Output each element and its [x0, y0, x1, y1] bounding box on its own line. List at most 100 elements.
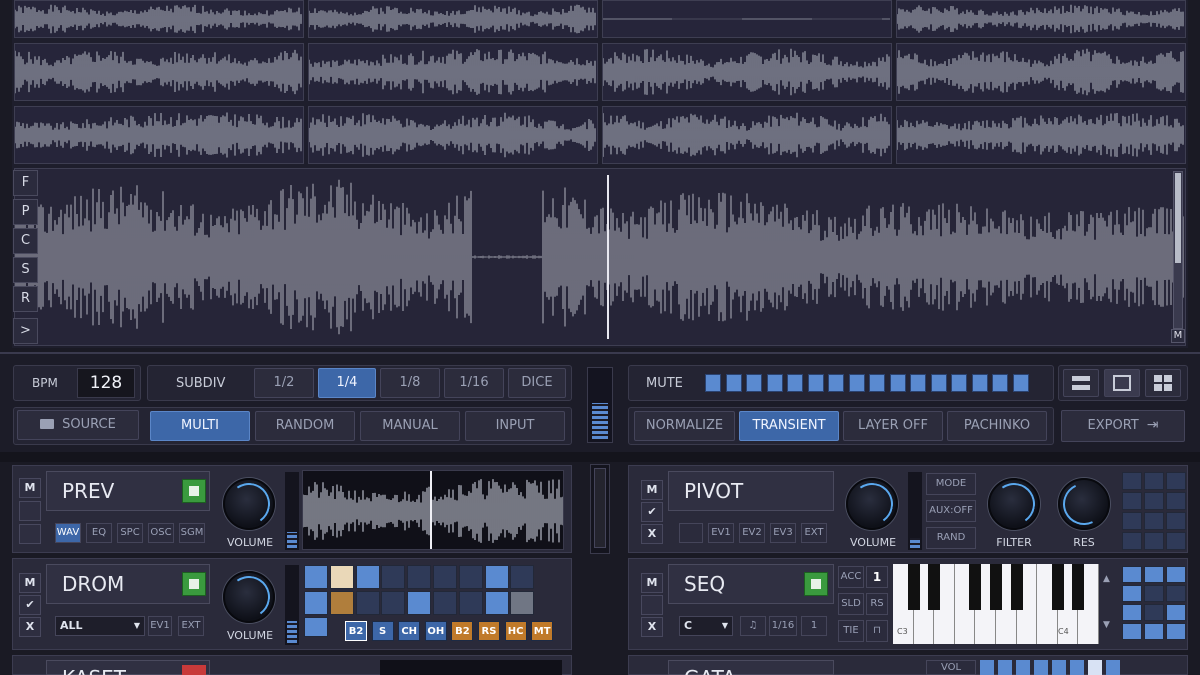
pivot-ev3-button[interactable]: EV3 [770, 523, 796, 543]
pivot-rand-button[interactable]: RAND [926, 527, 976, 549]
pivot-ev1-button[interactable]: EV1 [708, 523, 734, 543]
piano-black-key[interactable] [969, 564, 982, 610]
mode-multi[interactable]: MULTI [150, 411, 250, 441]
piano-black-key[interactable] [1072, 564, 1085, 610]
seq-step[interactable] [1122, 566, 1142, 583]
mute-step[interactable] [951, 374, 967, 392]
mute-step[interactable] [705, 374, 721, 392]
mute-step[interactable] [787, 374, 803, 392]
piano-black-key[interactable] [907, 564, 920, 610]
drom-check-toggle[interactable]: ✔ [19, 595, 41, 615]
prev-tab-wav[interactable]: WAV [55, 523, 81, 543]
piano-black-key[interactable] [1051, 564, 1064, 610]
wave-thumb[interactable] [14, 0, 304, 38]
side-button-next[interactable]: > [13, 318, 38, 344]
bpm-value[interactable]: 128 [77, 368, 135, 398]
seq-acc-value[interactable]: 1 [866, 566, 888, 588]
pivot-pad[interactable] [1166, 512, 1186, 530]
drom-step[interactable] [329, 591, 354, 615]
prev-wave-display[interactable] [302, 470, 564, 550]
seq-note-button[interactable]: ♫ [740, 616, 766, 636]
seq-rate-button[interactable]: 1/16 [769, 616, 797, 636]
layout-split-button[interactable] [1104, 369, 1140, 397]
wave-thumb[interactable] [896, 43, 1186, 101]
seq-sld-button[interactable]: SLD [838, 593, 864, 615]
subdiv-dice[interactable]: DICE [508, 368, 566, 398]
drom-step[interactable] [381, 565, 406, 589]
pivot-pad[interactable] [1122, 492, 1142, 510]
subdiv-1-4[interactable]: 1/4 [318, 368, 376, 398]
seq-toggle-2[interactable] [641, 595, 663, 615]
drom-step[interactable] [433, 591, 457, 615]
gata-vol-button[interactable]: VOL [926, 660, 976, 675]
mute-step[interactable] [828, 374, 844, 392]
mute-step[interactable] [992, 374, 1008, 392]
drom-pad[interactable]: RS [478, 621, 500, 641]
side-button-c[interactable]: C [13, 228, 38, 254]
pivot-mode-button[interactable]: MODE [926, 473, 976, 495]
seq-step[interactable] [1166, 566, 1186, 583]
seq-step-button[interactable]: 1 [801, 616, 827, 636]
drom-pad[interactable]: HC [504, 621, 527, 641]
wave-thumb[interactable] [602, 106, 892, 164]
mute-step[interactable] [869, 374, 885, 392]
process-normalize[interactable]: NORMALIZE [634, 411, 735, 441]
seq-step[interactable] [1166, 623, 1186, 640]
side-button-r[interactable]: R [13, 286, 38, 312]
source-button[interactable]: SOURCE [17, 410, 139, 440]
pivot-pad[interactable] [1166, 532, 1186, 550]
module-scroll-thumb[interactable] [594, 468, 606, 548]
mute-step[interactable] [930, 374, 947, 392]
prev-toggle-3[interactable] [19, 524, 41, 544]
pivot-blank-button[interactable] [679, 523, 703, 543]
mode-random[interactable]: RANDOM [255, 411, 355, 441]
drom-volume-knob[interactable] [223, 571, 275, 623]
mode-manual[interactable]: MANUAL [360, 411, 460, 441]
piano-black-key[interactable] [1010, 564, 1023, 610]
seq-step[interactable] [1122, 623, 1142, 640]
mute-step[interactable] [746, 374, 762, 392]
pivot-res-knob[interactable] [1057, 477, 1111, 531]
subdiv-1-8[interactable]: 1/8 [380, 368, 440, 398]
pivot-m-toggle[interactable]: M [641, 480, 663, 500]
wave-thumb[interactable] [896, 106, 1186, 164]
gata-step[interactable] [1016, 660, 1030, 675]
drom-pad[interactable]: S [371, 621, 394, 641]
pivot-filter-knob[interactable] [988, 478, 1040, 530]
mute-step[interactable] [1012, 374, 1029, 392]
pivot-pad[interactable] [1122, 512, 1142, 530]
pivot-pad[interactable] [1166, 492, 1186, 510]
pivot-pad[interactable] [1144, 492, 1164, 510]
seq-step[interactable] [1144, 604, 1164, 621]
wave-thumb[interactable] [602, 43, 892, 101]
mute-step[interactable] [807, 374, 824, 392]
octave-up-icon[interactable]: ▲ [1103, 574, 1110, 584]
drom-step[interactable] [304, 617, 328, 637]
drom-step[interactable] [381, 591, 406, 615]
seq-step[interactable] [1144, 566, 1164, 583]
seq-step[interactable] [1122, 604, 1142, 621]
octave-down-icon[interactable]: ▼ [1103, 620, 1110, 630]
piano-black-key[interactable] [928, 564, 941, 610]
main-waveform[interactable]: M [14, 168, 1186, 346]
pivot-ext-button[interactable]: EXT [801, 523, 827, 543]
pivot-aux-button[interactable]: AUX:OFF [926, 500, 976, 522]
drom-ev1-button[interactable]: EV1 [148, 616, 172, 636]
wave-thumb[interactable] [14, 106, 304, 164]
pivot-pad[interactable] [1144, 512, 1164, 530]
prev-enable-button[interactable] [182, 479, 206, 503]
seq-step[interactable] [1144, 585, 1164, 602]
pivot-pad[interactable] [1144, 472, 1164, 490]
pivot-pad[interactable] [1144, 532, 1164, 550]
prev-toggle-2[interactable] [19, 501, 41, 521]
seq-rs-button[interactable]: RS [866, 593, 888, 615]
gata-step[interactable] [1106, 660, 1120, 675]
wave-thumb[interactable] [308, 43, 598, 101]
gata-step[interactable] [1088, 660, 1102, 675]
pivot-ev2-button[interactable]: EV2 [739, 523, 765, 543]
mute-step[interactable] [889, 374, 906, 392]
playhead[interactable] [607, 175, 609, 339]
side-button-p[interactable]: P [13, 199, 38, 225]
wave-thumb[interactable] [896, 0, 1186, 38]
layout-single-button[interactable] [1063, 369, 1099, 397]
